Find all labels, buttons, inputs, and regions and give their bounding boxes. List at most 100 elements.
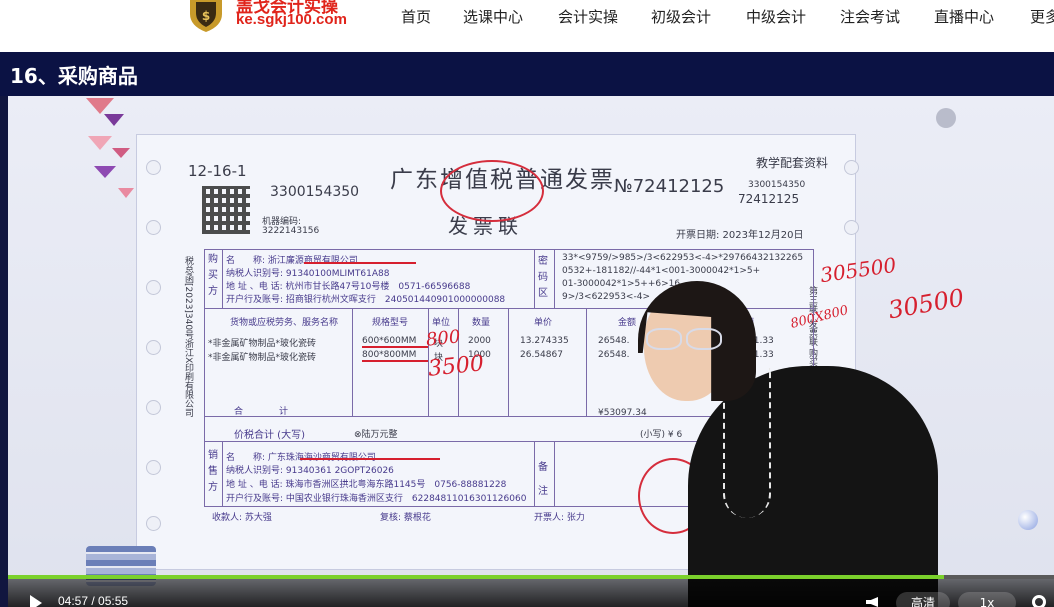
quality-button[interactable]: 高清 [896,592,950,607]
grid-line [534,249,535,308]
total-words-label: 价税合计 (大写) [234,430,305,441]
machine-code: 3222143156 [262,226,320,236]
punch-hole [146,220,161,235]
invoice-date: 开票日期: 2023年12月20日 [676,230,804,241]
nav-live-center[interactable]: 直播中心 [934,6,994,27]
grid-line [586,308,587,416]
remark-label: 备注 [538,462,548,497]
col-unit: 单位 [432,318,451,328]
total-small: (小写) ¥ 6 [640,430,683,440]
row2-name: *非金属矿物制品*玻化瓷砖 [208,353,317,363]
row1-name: *非金属矿物制品*玻化瓷砖 [208,339,317,349]
decor-triangle [94,166,116,178]
grid-line [508,308,509,416]
cipher-line-3: 01-3000042*1>5++6>16 [562,279,681,289]
nav-home[interactable]: 首页 [401,6,431,27]
annotation-underline [304,262,416,264]
row1-amount: 26548. [598,336,630,346]
col-amount: 金额 [618,318,637,328]
nav-more[interactable]: 更多 [1030,6,1054,27]
seller-label: 销售方 [208,450,218,493]
punch-hole [146,460,161,475]
presenter-glasses [646,328,726,352]
volume-icon[interactable] [866,597,878,607]
invoice-serial-right-2: 72412125 [738,192,800,206]
grid-line [534,441,535,507]
decor-triangle [112,148,130,158]
bubble-decor [1018,510,1038,530]
buyer-label: 购买方 [208,254,218,297]
decor-triangle [118,188,134,198]
logo-url[interactable]: ke.sgkj100.com [236,11,347,28]
nav-cpa-exam[interactable]: 注会考试 [840,6,900,27]
row1-price: 13.274335 [520,336,569,346]
speed-button[interactable]: 1x [958,592,1016,607]
cipher-line-2: 0532+-181182//-44*1<001-3000042*1>5+ [562,266,761,276]
lesson-title-bar: 16、采购商品 [0,52,1054,96]
nav-junior-accounting[interactable]: 初级会计 [651,6,711,27]
reviewer: 复核: 蔡根花 [380,513,431,523]
invoice-serial-left: 3300154350 [270,184,360,200]
punch-hole [844,220,859,235]
punch-hole [146,280,161,295]
decor-triangle [86,98,114,114]
payee: 收款人: 苏大强 [212,513,272,523]
cipher-line-4: 9>/3<622953<-4> [562,292,650,302]
nav-intermediate-accounting[interactable]: 中级会计 [746,6,806,27]
punch-hole [844,160,859,175]
site-header: $ 盖戈会计实操 ke.sgkj100.com 首页 选课中心 会计实操 初级会… [0,0,1054,52]
row2-amount: 26548. [598,350,630,360]
nav-accounting-practice[interactable]: 会计实操 [558,6,618,27]
invoice-serial-right-1: 3300154350 [748,180,806,190]
time-display: 04:57 / 05:55 [58,594,129,607]
shield-logo-icon[interactable]: $ [186,0,226,32]
decor-triangle [104,114,124,126]
cipher-label: 密码区 [538,256,548,299]
punch-hole [146,400,161,415]
cipher-line-1: 33*<9759/>985>/3<622953<-4>*297664321322… [562,253,804,263]
qr-code-icon [202,186,250,234]
punch-hole [146,160,161,175]
annotation-underline [362,346,428,348]
invoice-number-code: 12-16-1 [188,162,247,180]
nav-course-center[interactable]: 选课中心 [463,6,523,27]
row1-qty: 2000 [468,336,491,346]
svg-text:$: $ [202,9,210,23]
punch-hole [146,340,161,355]
left-edge-strip [0,96,8,607]
col-spec: 规格型号 [372,318,409,328]
seller-tax-id: 纳税人识别号: 91340361 2GOPT26026 [226,466,394,476]
player-controls: 04:57 / 05:55 高清 1x [8,579,1054,607]
annotation-underline [362,360,428,362]
annotation-800: 800 [424,326,462,351]
total-amount: ¥53097.34 [598,408,647,418]
grid-line [352,308,353,416]
lesson-title: 16、采购商品 [10,64,138,88]
seller-address: 地 址 、电 话: 珠海市香洲区拱北粤海东路1145号 0756-8888122… [226,480,507,490]
buyer-name: 名 称: 浙江廉源商贸有限公司 [226,256,358,266]
col-qty: 数量 [472,318,491,328]
row1-spec: 600*600MM [362,336,417,346]
grid-line [554,441,555,507]
seller-name: 名 称: 广东珠海海沙商贸有限公司 [226,453,376,463]
row2-price: 26.54867 [520,350,563,360]
buyer-tax-id: 纳税人识别号: 91340100MLIMT61A88 [226,269,390,279]
buyer-address: 地 址 、电 话: 杭州市甘长路47号10号楼 0571-66596688 [226,282,471,292]
grid-line [222,249,223,308]
row2-spec: 800*800MM [362,350,417,360]
invoice-seal-stamp [440,160,544,222]
play-icon[interactable] [30,595,42,607]
total-words: ⊗陆万元整 [354,430,398,440]
col-goods: 货物或应税劳务、服务名称 [230,318,339,328]
decor-triangle [88,136,112,150]
drawer: 开票人: 张力 [534,513,585,523]
video-player[interactable]: 12-16-1 3300154350 机器编码: 3222143156 广东增值… [8,96,1054,607]
gear-icon[interactable] [1032,595,1046,607]
buyer-bank: 开户行及账号: 招商银行杭州文晖支行 240501440901000000088 [226,295,506,305]
teaching-note: 教学配套资料 [756,156,829,170]
annotation-underline [300,458,440,460]
printer-side-text: 税总函[2023]340号浙江X印刷有限公司 [183,256,193,418]
grid-line [222,441,223,507]
grid-line [554,249,555,308]
col-price: 单价 [534,318,553,328]
